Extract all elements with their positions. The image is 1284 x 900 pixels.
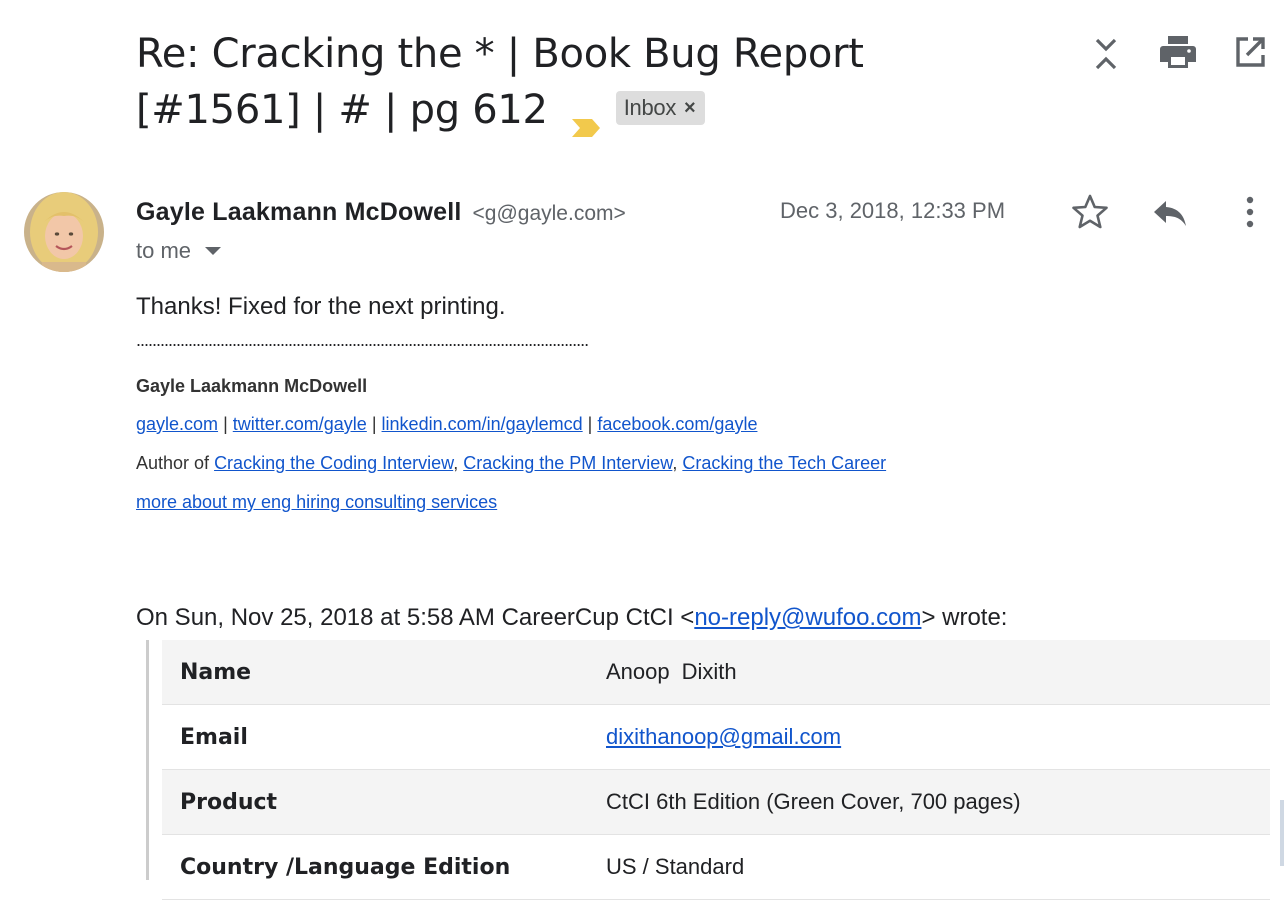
subject-text: Re: Cracking the * | Book Bug Report [#1…: [136, 31, 864, 133]
inbox-label-chip: Inbox ×: [615, 91, 706, 125]
link-consulting-services[interactable]: more about my eng hiring consulting serv…: [136, 492, 497, 512]
bug-report-form-table: Name Anoop Dixith Email dixithanoop@gmail…: [162, 640, 1270, 900]
link-linkedin[interactable]: linkedin.com/in/gaylemcd: [382, 414, 583, 434]
signature-name: Gayle Laakmann McDowell: [136, 376, 368, 396]
message-body: Thanks! Fixed for the next printing.: [136, 293, 506, 320]
book-separator: ,: [672, 453, 678, 473]
signature-links-row: gayle.com | twitter.com/gayle | linkedin…: [136, 414, 757, 435]
sender-email: <g@gayle.com>: [472, 202, 626, 225]
link-book-pm-interview[interactable]: Cracking the PM Interview: [463, 453, 672, 473]
importance-marker-icon[interactable]: [570, 98, 602, 137]
signature-divider: ........................................…: [136, 330, 589, 350]
quote-intro-prefix: On Sun, Nov 25, 2018 at 5:58 AM CareerCu…: [136, 604, 695, 631]
field-value-product: CtCI 6th Edition (Green Cover, 700 pages…: [605, 769, 1270, 835]
quote-attribution: On Sun, Nov 25, 2018 at 5:58 AM CareerCu…: [136, 604, 1007, 632]
collapse-all-icon[interactable]: [1086, 32, 1126, 72]
table-row: Email dixithanoop@gmail.com: [162, 704, 1270, 770]
message-date: Dec 3, 2018, 12:33 PM: [780, 198, 1006, 223]
field-label-email: Email: [162, 704, 605, 770]
sender-line: Gayle Laakmann McDowell <g@gayle.com>: [136, 196, 626, 230]
table-row: Country /Language Edition US / Standard: [162, 834, 1270, 900]
signature-books-row: Author of Cracking the Coding Interview,…: [136, 453, 886, 474]
reply-icon[interactable]: [1150, 192, 1190, 232]
email-value-link[interactable]: dixithanoop@gmail.com: [606, 724, 841, 749]
field-value-name: Anoop Dixith: [605, 640, 1270, 705]
link-twitter[interactable]: twitter.com/gayle: [233, 414, 367, 434]
table-row: Product CtCI 6th Edition (Green Cover, 7…: [162, 769, 1270, 835]
link-separator: |: [587, 414, 593, 434]
author-prefix: Author of: [136, 453, 210, 473]
email-subject: Re: Cracking the * | Book Bug Report [#1…: [136, 26, 1036, 138]
table-row: Name Anoop Dixith: [162, 640, 1270, 705]
book-separator: ,: [453, 453, 459, 473]
signature-consulting-row: more about my eng hiring consulting serv…: [136, 492, 497, 513]
recipient-text: to me: [136, 238, 192, 263]
chevron-down-icon[interactable]: [205, 247, 222, 255]
link-book-tech-career[interactable]: Cracking the Tech Career: [682, 453, 886, 473]
field-label-name: Name: [162, 640, 605, 705]
print-icon[interactable]: [1158, 32, 1198, 72]
sender-avatar[interactable]: [24, 192, 104, 272]
label-text: Inbox: [623, 95, 677, 120]
link-gayle-com[interactable]: gayle.com: [136, 414, 218, 434]
scrollbar-thumb[interactable]: [1280, 800, 1284, 866]
quote-sender-email-link[interactable]: no-reply@wufoo.com: [694, 604, 921, 631]
field-label-country-edition: Country /Language Edition: [162, 834, 605, 900]
sender-name[interactable]: Gayle Laakmann McDowell: [136, 198, 462, 226]
quote-border: [146, 640, 149, 880]
link-separator: |: [371, 414, 377, 434]
last-name-value: Dixith: [681, 659, 737, 684]
link-facebook[interactable]: facebook.com/gayle: [597, 414, 757, 434]
open-in-new-window-icon[interactable]: [1230, 32, 1270, 72]
link-book-coding-interview[interactable]: Cracking the Coding Interview: [214, 453, 453, 473]
first-name-value: Anoop: [606, 659, 670, 684]
field-value-email: dixithanoop@gmail.com: [605, 704, 1270, 770]
more-options-icon[interactable]: [1230, 192, 1270, 232]
remove-label-button[interactable]: ×: [684, 80, 696, 136]
recipient-details-toggle[interactable]: to me: [136, 238, 222, 264]
field-label-product: Product: [162, 769, 605, 835]
quote-intro-suffix: > wrote:: [921, 604, 1008, 631]
field-value-country-edition: US / Standard: [605, 834, 1270, 900]
link-separator: |: [223, 414, 228, 434]
star-icon[interactable]: [1070, 192, 1110, 232]
